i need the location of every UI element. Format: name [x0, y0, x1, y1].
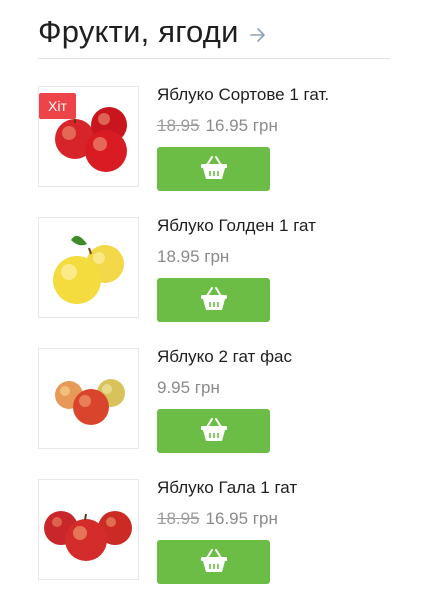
price-row: 18.95 16.95 грн [157, 509, 278, 529]
section-divider [38, 58, 390, 59]
basket-icon [199, 155, 229, 184]
product-name[interactable]: Яблуко Голден 1 гат [157, 216, 316, 236]
product-name[interactable]: Яблуко 2 гат фас [157, 347, 292, 367]
old-price: 18.95 [157, 116, 200, 135]
product-card: Яблуко Гала 1 гат 18.95 16.95 грн [38, 478, 390, 584]
product-name[interactable]: Яблуко Сортове 1 гат. [157, 85, 329, 105]
add-to-cart-button[interactable] [157, 278, 270, 322]
product-image[interactable] [38, 217, 139, 318]
product-image[interactable]: Хіт [38, 86, 139, 187]
arrow-right-icon[interactable] [249, 27, 267, 43]
basket-icon [199, 286, 229, 315]
product-name[interactable]: Яблуко Гала 1 гат [157, 478, 297, 498]
section-header[interactable]: Фрукти, ягоди [38, 14, 267, 50]
current-price: 9.95 грн [157, 378, 220, 397]
add-to-cart-button[interactable] [157, 409, 270, 453]
basket-icon [199, 417, 229, 446]
current-price: 18.95 грн [157, 247, 230, 266]
add-to-cart-button[interactable] [157, 147, 270, 191]
product-card: Яблуко Голден 1 гат 18.95 грн [38, 216, 390, 322]
price-row: 18.95 16.95 грн [157, 116, 278, 136]
current-price: 16.95 грн [205, 116, 278, 135]
price-row: 18.95 грн [157, 247, 229, 267]
basket-icon [199, 548, 229, 577]
current-price: 16.95 грн [205, 509, 278, 528]
add-to-cart-button[interactable] [157, 540, 270, 584]
product-image[interactable] [38, 348, 139, 449]
section-title[interactable]: Фрукти, ягоди [38, 14, 239, 50]
product-card: Яблуко 2 гат фас 9.95 грн [38, 347, 390, 453]
old-price: 18.95 [157, 509, 200, 528]
price-row: 9.95 грн [157, 378, 220, 398]
hit-badge: Хіт [39, 93, 76, 119]
product-image[interactable] [38, 479, 139, 580]
product-card: Хіт Яблуко Сортове 1 гат. 18.95 16.95 грн [38, 85, 390, 191]
